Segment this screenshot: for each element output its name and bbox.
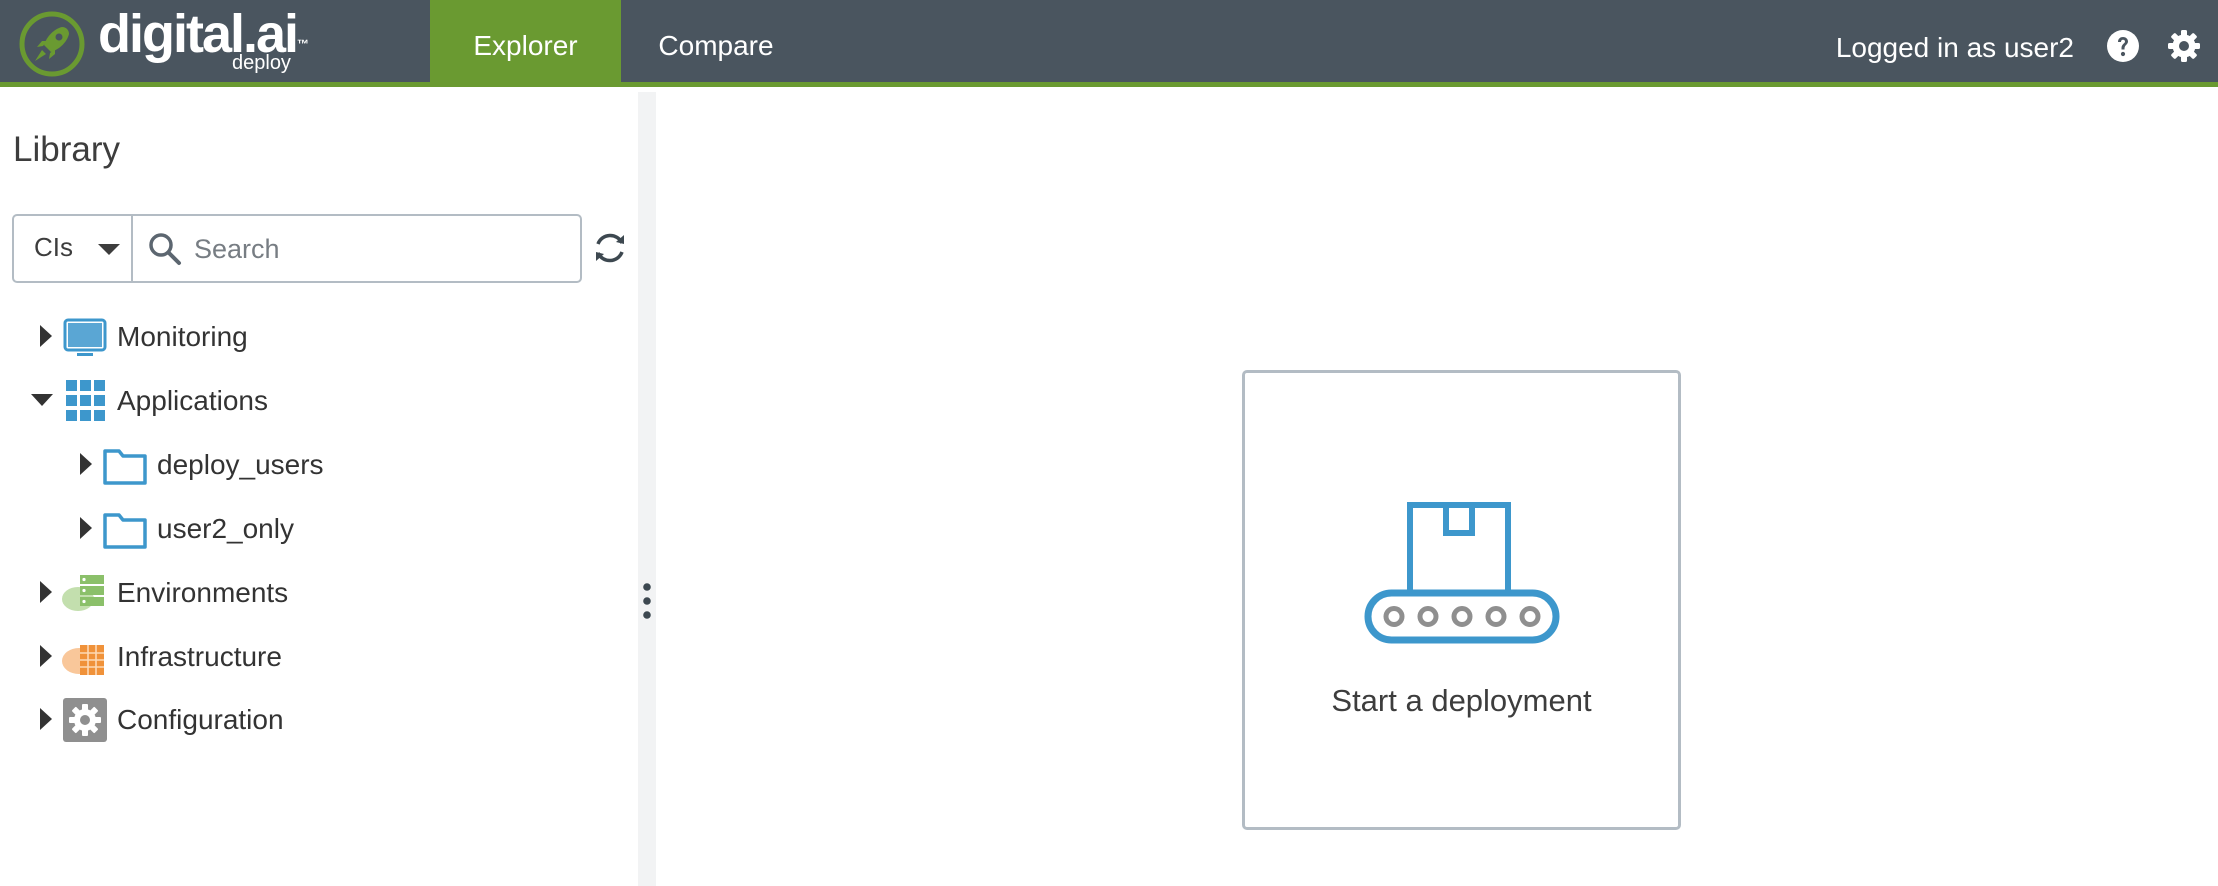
ci-type-select[interactable]: CIs — [14, 216, 133, 281]
logo-product-name: deploy — [232, 52, 291, 74]
main-content-area: Start a deployment — [656, 92, 2218, 886]
tree-item-label: Configuration — [117, 704, 284, 735]
question-circle-icon[interactable] — [2106, 29, 2140, 63]
search-icon — [149, 233, 181, 265]
tree-item-label: Environments — [117, 577, 289, 608]
tree-item-label: deploy_users — [157, 449, 324, 480]
caret-down-icon — [98, 244, 120, 255]
rocket-logo-icon — [19, 11, 85, 77]
gear-icon[interactable] — [2167, 29, 2201, 63]
library-panel: Library CIs Monitoring — [0, 92, 638, 886]
caret-right-icon[interactable] — [34, 324, 58, 348]
tab-compare[interactable]: Compare — [621, 0, 811, 82]
caret-down-icon[interactable] — [30, 388, 54, 412]
tree-item-label: Monitoring — [117, 321, 248, 352]
folder-icon — [103, 449, 147, 485]
digital-ai-deploy-logo[interactable]: digital.ai™ deploy — [18, 4, 309, 77]
caret-right-icon[interactable] — [74, 452, 98, 476]
vertical-dots-icon — [643, 583, 651, 619]
logged-in-user-label: Logged in as user2 — [1835, 32, 2074, 63]
top-navigation-bar: digital.ai™ deploy Explorer Compare Logg… — [0, 0, 2218, 87]
caret-right-icon[interactable] — [34, 707, 58, 731]
panel-splitter-handle[interactable] — [638, 92, 656, 886]
conveyor-box-icon — [1364, 502, 1560, 644]
start-deployment-card[interactable]: Start a deployment — [1242, 370, 1681, 830]
tree-item-label: Applications — [117, 385, 268, 416]
tree-item-label: Infrastructure — [117, 641, 282, 672]
caret-right-icon[interactable] — [34, 644, 58, 668]
library-title: Library — [13, 130, 120, 169]
caret-right-icon[interactable] — [34, 580, 58, 604]
environment-cloud-icon — [62, 575, 104, 611]
caret-right-icon[interactable] — [74, 516, 98, 540]
grid-icon — [66, 380, 105, 421]
start-deployment-label: Start a deployment — [1331, 683, 1592, 718]
infrastructure-cloud-icon — [62, 645, 104, 675]
folder-icon — [103, 513, 147, 549]
configuration-gear-icon — [63, 698, 107, 742]
library-search-group: CIs — [12, 214, 582, 283]
tree-item-label: user2_only — [157, 513, 294, 544]
ci-type-select-value: CIs — [34, 232, 73, 262]
tab-explorer[interactable]: Explorer — [430, 0, 621, 82]
monitor-icon — [63, 318, 107, 356]
refresh-icon[interactable] — [590, 228, 630, 268]
library-search-input[interactable] — [194, 222, 564, 276]
